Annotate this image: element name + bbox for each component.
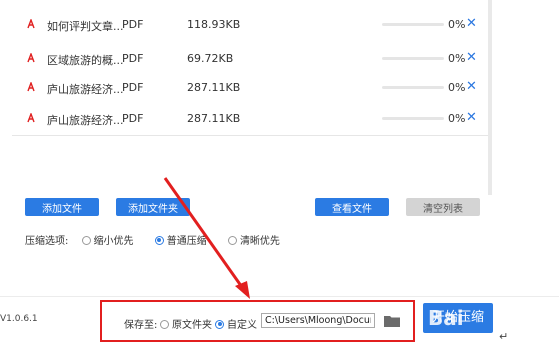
red-arrow-annotation (163, 177, 250, 299)
